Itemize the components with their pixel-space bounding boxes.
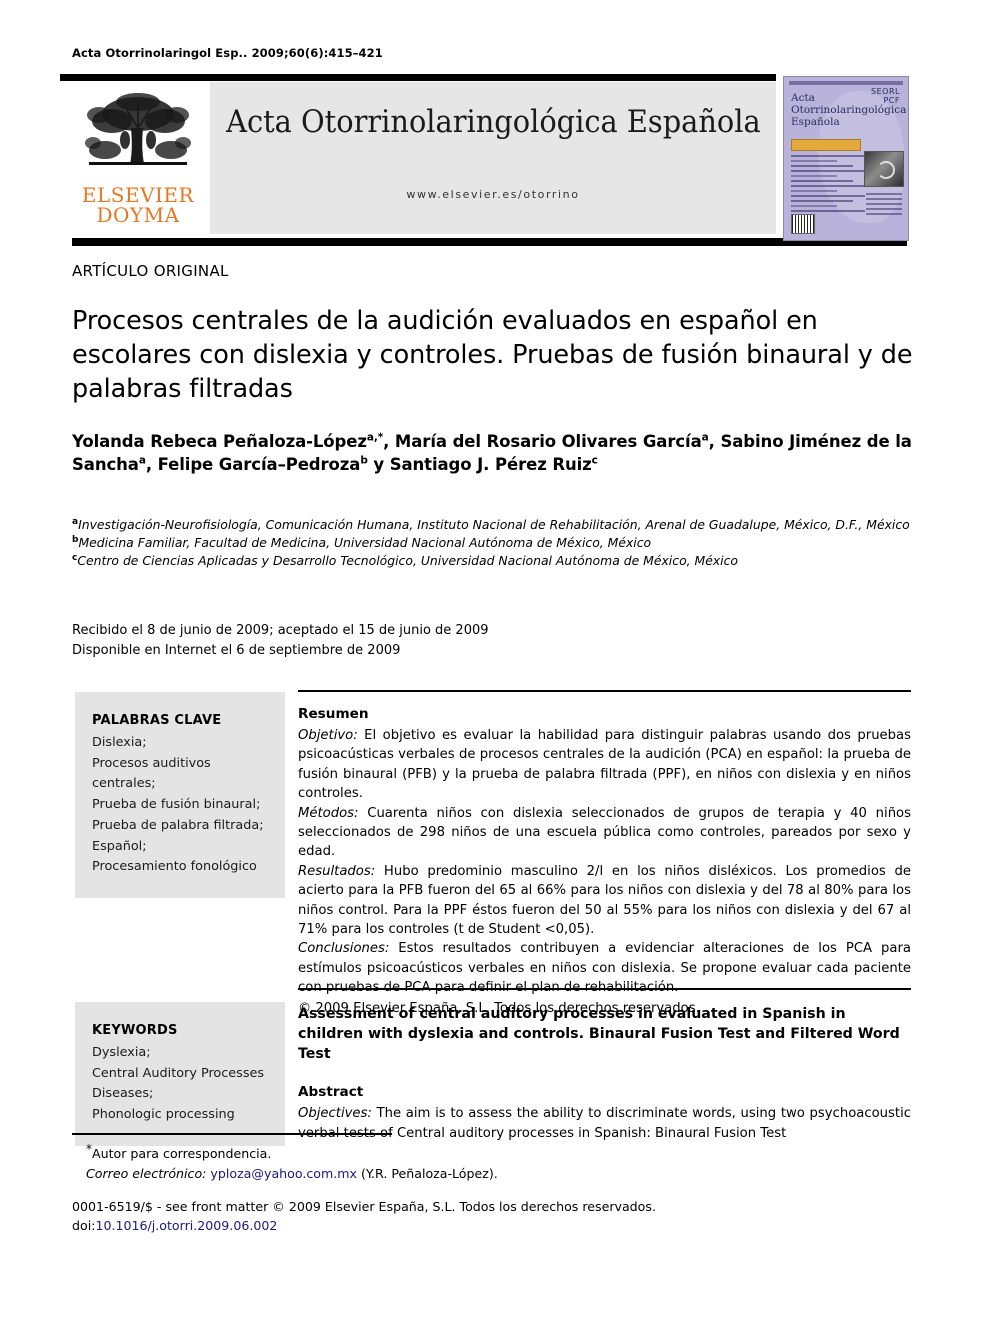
- keyword-item: Central Auditory Processes Diseases;: [92, 1065, 265, 1102]
- cover-title-line1: Acta: [791, 92, 815, 104]
- publication-dates: Recibido el 8 de junio de 2009; aceptado…: [72, 621, 489, 661]
- issn-line: 0001-6519/$ - see front matter © 2009 El…: [72, 1199, 656, 1214]
- keyword-item: Dyslexia;: [92, 1045, 151, 1061]
- cover-barcode: [791, 214, 815, 234]
- corresponding-author-note: *Autor para correspondencia.: [86, 1140, 686, 1164]
- abstract-heading-english: Abstract: [298, 1084, 364, 1101]
- masthead-bottom-rule: [72, 238, 907, 246]
- cover-contents-lines: [791, 155, 865, 215]
- issn-doi-footer: 0001-6519/$ - see front matter © 2009 El…: [72, 1198, 656, 1236]
- cover-title-line2: Otorrinolaringológica: [791, 103, 907, 116]
- keywords-heading-spanish: PALABRAS CLAVE: [92, 713, 222, 728]
- abstract-english: Assessment of central auditory processes…: [298, 1004, 911, 1143]
- text-objetivo: El objetivo es evaluar la habilidad para…: [298, 727, 911, 802]
- journal-title-banner: Acta Otorrinolaringológica Española www.…: [210, 82, 776, 234]
- abstract-conclusions-spanish: Conclusiones: Estos resultados contribuy…: [298, 939, 911, 997]
- cover-top-strip: [789, 81, 903, 85]
- cover-journal-title: Acta Otorrinolaringológica Española: [791, 92, 907, 128]
- text-resultados: Hubo predominio masculino 2/l en los niñ…: [298, 863, 911, 938]
- keyword-item: Prueba de fusión binaural;: [92, 797, 261, 813]
- date-received: Recibido el 8 de junio de 2009; aceptado…: [72, 623, 489, 638]
- doi-link[interactable]: 10.1016/j.otorri.2009.06.002: [95, 1218, 277, 1233]
- elsevier-tree-logo-icon: [79, 82, 197, 184]
- corresponding-author-footnote: *Autor para correspondencia. Correo elec…: [86, 1140, 686, 1183]
- cover-sidebar-lines: [866, 193, 902, 218]
- affiliation-item: cCentro de Ciencias Aplicadas y Desarrol…: [72, 552, 922, 570]
- date-online: Disponible en Internet el 6 de septiembr…: [72, 643, 401, 659]
- abstract-objective-spanish: Objetivo: El objetivo es evaluar la habi…: [298, 726, 911, 804]
- keyword-item: Phonologic processing: [92, 1107, 235, 1123]
- author-list: Yolanda Rebeca Peñaloza-Lópeza,*, María …: [72, 431, 912, 475]
- affiliation-item: bMedicina Familiar, Facultad de Medicina…: [72, 534, 922, 552]
- abstract-spanish: Resumen Objetivo: El objetivo es evaluar…: [298, 705, 911, 1018]
- article-first-page: Acta Otorrinolaringol Esp.. 2009;60(6):4…: [0, 0, 992, 1323]
- email-line: Correo electrónico: yploza@yahoo.com.mx …: [86, 1164, 686, 1184]
- keywords-list-spanish: Dislexia; Procesos auditivos centrales; …: [92, 733, 269, 878]
- abstract-heading-spanish: Resumen: [298, 706, 369, 722]
- email-link[interactable]: yploza@yahoo.com.mx: [210, 1166, 357, 1181]
- email-label: Correo electrónico:: [86, 1165, 207, 1181]
- article-title: Procesos centrales de la audición evalua…: [72, 306, 913, 404]
- corresponding-author-text: Autor para correspondencia.: [92, 1146, 272, 1162]
- text-objectives: The aim is to assess the ability to disc…: [298, 1106, 911, 1141]
- journal-cover-thumbnail: SEORL PCF Acta Otorrinolaringológica Esp…: [783, 76, 909, 241]
- doi-prefix: doi:: [72, 1217, 96, 1233]
- affiliation-text: Medicina Familiar, Facultad de Medicina,…: [78, 535, 652, 551]
- journal-website-url[interactable]: www.elsevier.es/otorrino: [406, 188, 579, 201]
- keyword-item: Procesamiento fonológico: [92, 859, 257, 875]
- keywords-box-english: KEYWORDS Dyslexia; Central Auditory Proc…: [75, 1002, 285, 1146]
- abstract-methods-spanish: Métodos: Cuarenta niños con dislexia sel…: [298, 804, 911, 862]
- text-metodos: Cuarenta niños con dislexia seleccionado…: [298, 805, 911, 860]
- keyword-item: Prueba de palabra filtrada;: [92, 817, 264, 833]
- publisher-logo: ELSEVIER DOYMA: [72, 82, 204, 234]
- footnote-rule: [72, 1133, 392, 1135]
- label-resultados: Resultados:: [298, 863, 376, 879]
- label-conclusiones: Conclusiones:: [298, 941, 390, 957]
- journal-title: Acta Otorrinolaringológica Española: [225, 104, 761, 140]
- journal-masthead: ELSEVIER DOYMA Acta Otorrinolaringológic…: [72, 82, 776, 234]
- keyword-item: Dislexia;: [92, 735, 147, 751]
- affiliation-text: Investigación-Neurofisiología, Comunicac…: [78, 517, 910, 533]
- cover-volume-badge: [791, 139, 861, 151]
- article-type-kicker: ARTÍCULO ORIGINAL: [72, 262, 229, 280]
- keywords-box-spanish: PALABRAS CLAVE Dislexia; Procesos auditi…: [75, 692, 285, 899]
- keyword-item: Procesos auditivos centrales;: [92, 755, 211, 792]
- masthead-top-rule: [60, 74, 776, 81]
- affiliation-item: aInvestigación-Neurofisiología, Comunica…: [72, 516, 922, 534]
- running-head-citation: Acta Otorrinolaringol Esp.. 2009;60(6):4…: [72, 46, 383, 60]
- keyword-item: Español;: [92, 838, 147, 854]
- affiliation-text: Centro de Ciencias Aplicadas y Desarroll…: [77, 553, 739, 569]
- email-owner: (Y.R. Peñaloza-López).: [360, 1165, 498, 1181]
- abstract-rule-spanish: [298, 690, 911, 692]
- keywords-list-english: Dyslexia; Central Auditory Processes Dis…: [92, 1043, 269, 1126]
- abstract-objectives-english: Objectives: The aim is to assess the abi…: [298, 1104, 911, 1143]
- elsevier-wordmark: ELSEVIER: [81, 183, 195, 207]
- doi-line: doi:10.1016/j.otorri.2009.06.002: [72, 1217, 656, 1236]
- label-objetivo: Objetivo:: [298, 727, 358, 743]
- keywords-heading-english: KEYWORDS: [92, 1023, 178, 1038]
- label-metodos: Métodos:: [298, 805, 359, 821]
- affiliation-list: aInvestigación-Neurofisiología, Comunica…: [72, 516, 922, 570]
- cover-medical-image: [864, 151, 904, 187]
- text-conclusiones: Estos resultados contribuyen a evidencia…: [298, 941, 911, 996]
- label-objectives: Objectives:: [298, 1106, 372, 1122]
- cover-title-line3: Española: [791, 115, 840, 128]
- article-title-english: Assessment of central auditory processes…: [298, 1006, 900, 1063]
- abstract-results-spanish: Resultados: Hubo predominio masculino 2/…: [298, 862, 911, 940]
- doyma-wordmark: DOYMA: [96, 203, 180, 227]
